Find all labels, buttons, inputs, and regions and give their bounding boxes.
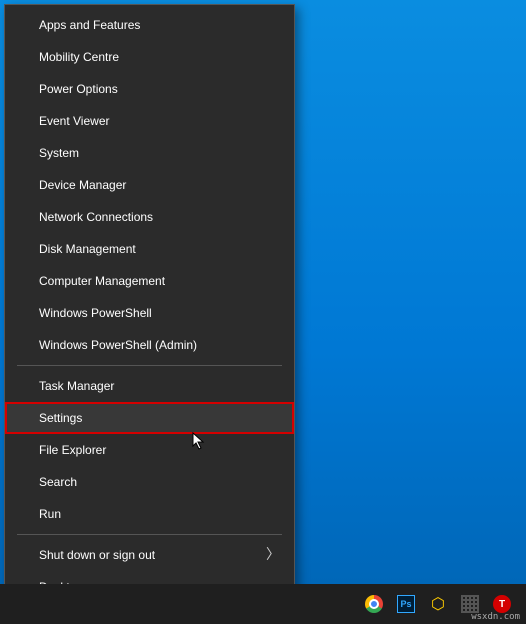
menu-item-apps-and-features[interactable]: Apps and Features bbox=[5, 9, 294, 41]
chevron-right-icon: 〉 bbox=[266, 548, 280, 562]
menu-item-mobility-centre[interactable]: Mobility Centre bbox=[5, 41, 294, 73]
menu-item-event-viewer[interactable]: Event Viewer bbox=[5, 105, 294, 137]
chrome-tray-icon[interactable] bbox=[362, 592, 386, 616]
menu-separator bbox=[17, 534, 282, 535]
menu-item-task-manager[interactable]: Task Manager bbox=[5, 370, 294, 402]
menu-item-device-manager[interactable]: Device Manager bbox=[5, 169, 294, 201]
menu-item-search[interactable]: Search bbox=[5, 466, 294, 498]
package-tray-icon[interactable]: ⬡ bbox=[426, 592, 450, 616]
menu-separator bbox=[17, 365, 282, 366]
watermark-text: wsxdn.com bbox=[471, 612, 520, 622]
photoshop-tray-icon[interactable]: Ps bbox=[394, 592, 418, 616]
menu-item-shut-down-or-sign-out[interactable]: Shut down or sign out 〉 bbox=[5, 539, 294, 571]
menu-item-file-explorer[interactable]: File Explorer bbox=[5, 434, 294, 466]
winx-context-menu: Apps and Features Mobility Centre Power … bbox=[4, 4, 295, 608]
menu-item-system[interactable]: System bbox=[5, 137, 294, 169]
taskbar[interactable]: Ps ⬡ T bbox=[0, 584, 526, 624]
menu-item-windows-powershell-admin[interactable]: Windows PowerShell (Admin) bbox=[5, 329, 294, 361]
menu-item-network-connections[interactable]: Network Connections bbox=[5, 201, 294, 233]
menu-item-power-options[interactable]: Power Options bbox=[5, 73, 294, 105]
menu-item-disk-management[interactable]: Disk Management bbox=[5, 233, 294, 265]
menu-item-computer-management[interactable]: Computer Management bbox=[5, 265, 294, 297]
menu-item-settings[interactable]: Settings bbox=[5, 402, 294, 434]
menu-item-run[interactable]: Run bbox=[5, 498, 294, 530]
menu-item-windows-powershell[interactable]: Windows PowerShell bbox=[5, 297, 294, 329]
